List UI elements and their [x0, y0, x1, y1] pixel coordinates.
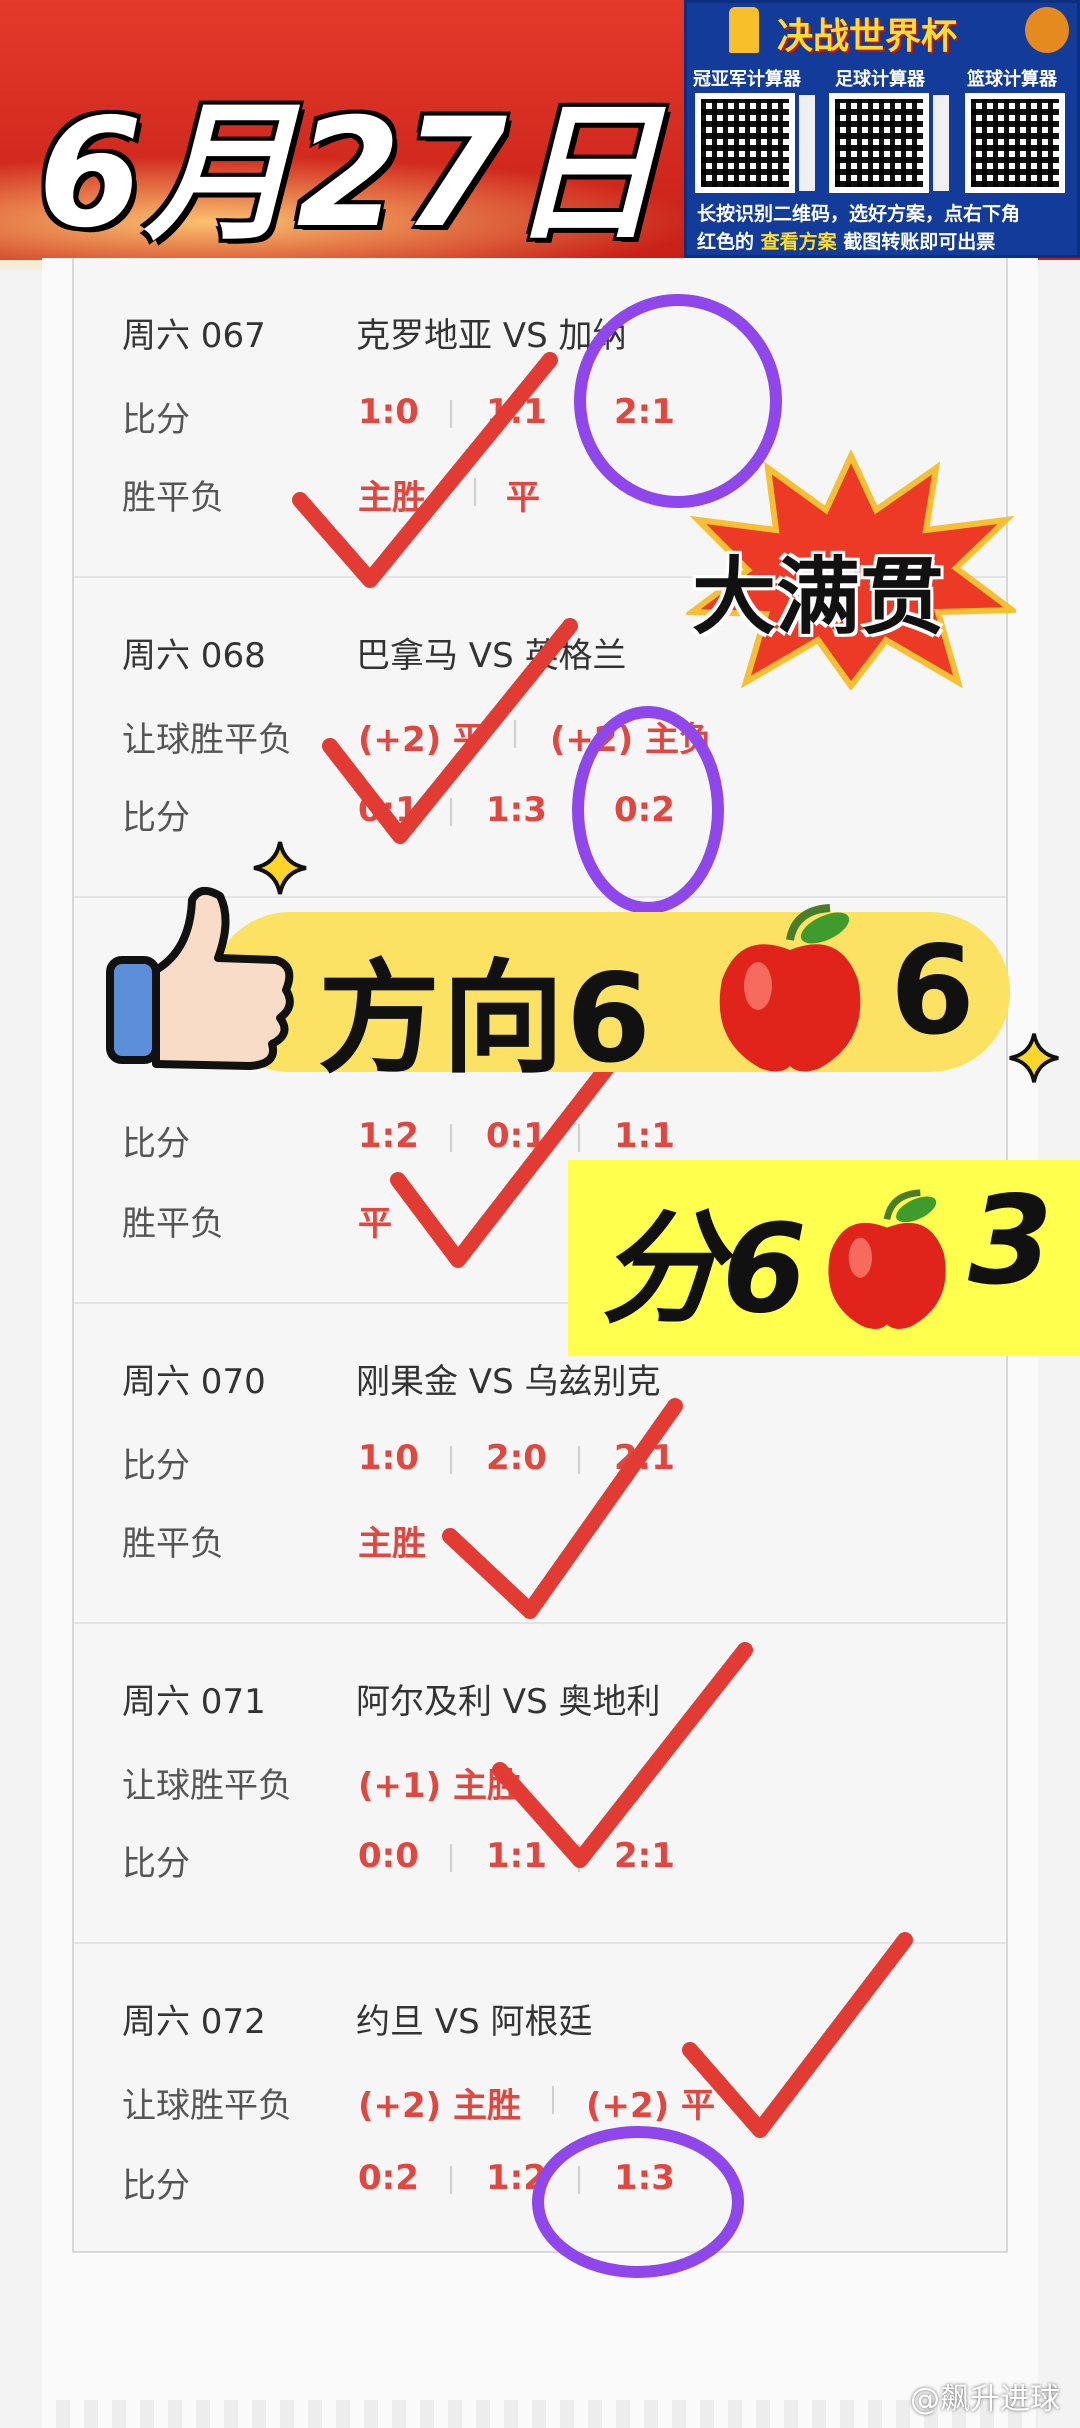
- check-mark-icon: [492, 1642, 753, 1868]
- apple-icon: [719, 904, 861, 1072]
- check-mark-icon: [682, 1932, 913, 2138]
- sparkle-icon: [253, 841, 307, 895]
- direction-text: 方向6: [318, 920, 653, 1097]
- check-mark-icon: [322, 618, 578, 844]
- direction-suffix: 6: [890, 920, 977, 1062]
- trophy-icon: [729, 7, 759, 53]
- watermark: @飙升进球: [910, 2382, 1060, 2417]
- grand-slam-label: 大满贯: [692, 548, 945, 646]
- match-teams: 约旦 VS 阿根廷: [356, 2002, 593, 2042]
- score-option: 1:0: [358, 1438, 419, 1478]
- highlight-circle: [572, 706, 724, 914]
- row-label: 比分: [122, 1446, 190, 1486]
- score-option: 0:2: [358, 2158, 419, 2198]
- qr-side-strip: [933, 95, 949, 191]
- date-title: 6月27日: [38, 87, 662, 261]
- calculator-label-basketball: 篮球计算器: [967, 69, 1057, 90]
- match-id: 周六 067: [122, 316, 266, 356]
- calculator-label-football: 足球计算器: [835, 69, 925, 90]
- mascot-icon: [1025, 7, 1069, 53]
- check-mark-icon: [292, 352, 558, 588]
- match-id: 周六 072: [122, 2002, 266, 2042]
- divider: [552, 2086, 554, 2114]
- thumbs-up-icon: [106, 886, 294, 1070]
- row-label: 让球胜平负: [122, 1766, 292, 1806]
- paper-edge: [42, 2400, 1038, 2428]
- match-id: 周六 071: [122, 1682, 266, 1722]
- match-id: 周六 068: [122, 636, 266, 676]
- promo-hint-line2: 红色的 查看方案 截图转账即可出票: [697, 227, 995, 254]
- promo-title: 决战世界杯: [777, 16, 958, 57]
- row-label: 胜平负: [122, 478, 224, 518]
- promo-hint-suffix: 截图转账即可出票: [843, 231, 996, 253]
- row-label: 比分: [122, 400, 190, 440]
- result-option: 平: [358, 1204, 392, 1244]
- result-option: 主胜: [358, 1524, 426, 1564]
- sparkle-icon: [1009, 1033, 1059, 1083]
- check-mark-icon: [442, 1398, 683, 1619]
- score-suffix: 3: [968, 1170, 1053, 1312]
- score-option: 0:0: [358, 1836, 419, 1876]
- row-label: 胜平负: [122, 1204, 224, 1244]
- row-label: 比分: [122, 2166, 190, 2206]
- row-label: 胜平负: [122, 1524, 224, 1564]
- promo-hint-prefix: 红色的: [697, 231, 755, 253]
- qr-code-champion[interactable]: [695, 93, 795, 193]
- direction-prefix: 方向6: [318, 948, 653, 1090]
- promo-panel: 决战世界杯 冠亚军计算器 足球计算器 篮球计算器 长按识别二维码，选好方案，点右…: [684, 0, 1080, 258]
- match-id: 周六 070: [122, 1362, 266, 1402]
- row-label: 让球胜平负: [122, 720, 292, 760]
- qr-code-basketball[interactable]: [965, 93, 1065, 193]
- promo-hint-line1: 长按识别二维码，选好方案，点右下角: [697, 203, 1021, 225]
- row-label: 比分: [122, 798, 190, 838]
- view-plan-link[interactable]: 查看方案: [761, 231, 837, 253]
- row-label: 让球胜平负: [122, 2086, 292, 2126]
- handicap-option: (+2) 主胜: [358, 2086, 522, 2126]
- calculator-label-champion: 冠亚军计算器: [693, 69, 801, 90]
- qr-side-strip: [799, 95, 815, 191]
- highlight-circle: [532, 2126, 744, 2278]
- divider: [450, 1844, 452, 1872]
- score-prefix: 分6: [600, 1198, 807, 1340]
- row-label: 比分: [122, 1124, 190, 1164]
- divider: [450, 2166, 452, 2194]
- apple-icon: [828, 1189, 946, 1329]
- qr-code-football[interactable]: [829, 93, 929, 193]
- row-label: 比分: [122, 1844, 190, 1884]
